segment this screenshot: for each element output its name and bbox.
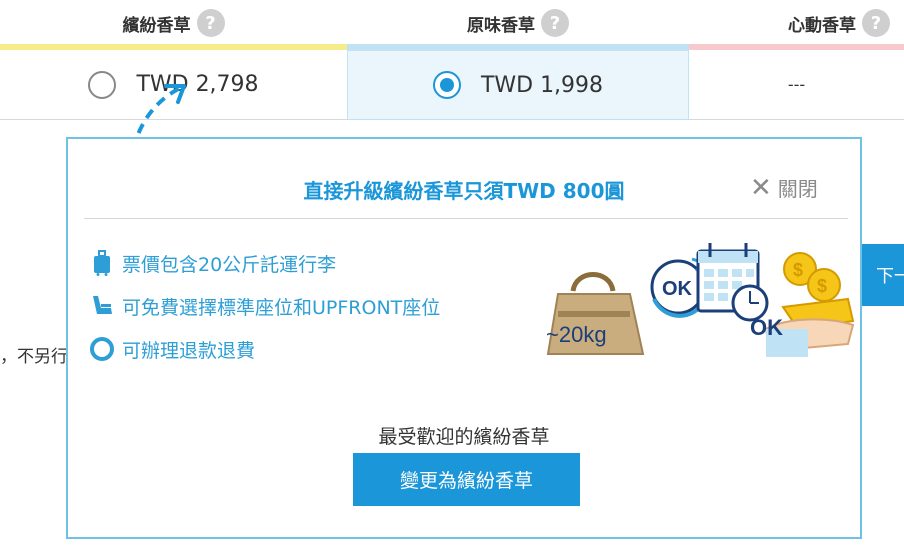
price-option-3: ---: [689, 50, 904, 120]
divider: [84, 218, 848, 219]
help-icon[interactable]: ?: [196, 9, 225, 37]
column-header-1: 繽紛香草 ?: [0, 0, 347, 46]
column-name: 繽紛香草: [122, 15, 191, 36]
svg-text:$: $: [817, 276, 827, 296]
feature-item: 可辦理退款退費: [88, 335, 255, 363]
bag-weight-label: ~20kg: [546, 322, 607, 347]
svg-text:$: $: [793, 260, 803, 280]
feature-item: 票價包含20公斤託運行李: [88, 249, 336, 277]
ok-label-circle: OK: [662, 278, 693, 300]
help-icon[interactable]: ?: [862, 9, 890, 37]
column-header-3: 心動香草 ?: [689, 0, 904, 46]
upgrade-popup: 直接升級繽紛香草只須TWD 800圓 ✕ 關閉 票價包含20公斤託運行李 可免費…: [66, 137, 862, 539]
column-name: 原味香草: [467, 15, 535, 36]
circle-icon: [88, 335, 116, 363]
luggage-icon: [88, 249, 116, 277]
help-icon[interactable]: ?: [541, 9, 569, 37]
popular-text: 最受歡迎的繽紛香草: [378, 426, 550, 448]
price-label: ---: [787, 75, 806, 94]
price-label: TWD 1,998: [480, 72, 604, 98]
column-name: 心動香草: [788, 15, 856, 36]
column-header-2: 原味香草 ?: [347, 0, 689, 46]
seat-icon: [88, 292, 116, 320]
upgrade-button[interactable]: 變更為繽紛香草: [353, 453, 580, 506]
close-label: 關閉: [777, 177, 818, 201]
feature-text: 票價包含20公斤託運行李: [122, 253, 337, 276]
close-icon: ✕: [750, 172, 772, 203]
radio-button-selected[interactable]: [432, 71, 461, 99]
feature-text: 可免費選擇標準座位和UPFRONT座位: [122, 296, 441, 319]
radio-button[interactable]: [88, 70, 117, 99]
price-option-2[interactable]: TWD 1,998: [347, 50, 689, 120]
feature-item: 可免費選擇標準座位和UPFRONT座位: [88, 292, 440, 320]
close-button[interactable]: ✕ 關閉: [750, 173, 818, 202]
popup-title: 直接升級繽紛香草只須TWD 800圓: [303, 179, 625, 203]
background-text: ，不另行: [0, 347, 68, 367]
feature-text: 可辦理退款退費: [122, 339, 256, 362]
ok-label-hand: OK: [750, 315, 783, 340]
benefits-illustration: ~20kg OK $ $ OK: [546, 243, 855, 357]
next-button[interactable]: 下一: [862, 244, 904, 306]
